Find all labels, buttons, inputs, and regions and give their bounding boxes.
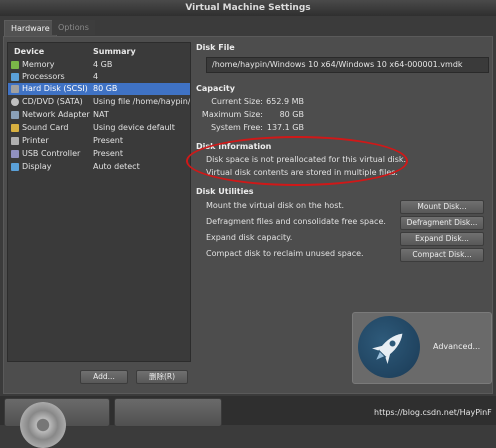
mount-disk-description: Mount the virtual disk on the host. bbox=[206, 201, 345, 210]
device-row-memory[interactable]: Memory 4 GB bbox=[8, 59, 190, 71]
network-icon bbox=[11, 111, 19, 119]
system-free-label: System Free: bbox=[210, 123, 263, 132]
expand-disk-description: Expand disk capacity. bbox=[206, 233, 293, 242]
tab-options[interactable]: Options bbox=[52, 20, 95, 35]
device-name: Processors bbox=[22, 72, 65, 81]
add-device-label: Add... bbox=[93, 372, 115, 381]
mount-disk-button[interactable]: Mount Disk... bbox=[400, 200, 484, 214]
system-free-value: 137.1 GB bbox=[266, 123, 304, 132]
device-list: Device Summary Memory 4 GB Processors 4 … bbox=[7, 42, 191, 362]
add-device-button[interactable]: Add... bbox=[80, 370, 128, 384]
device-column-header: Device bbox=[14, 47, 45, 56]
tab-hardware[interactable]: Hardware bbox=[4, 20, 57, 36]
current-size-label: Current Size: bbox=[211, 97, 263, 106]
cd-icon bbox=[11, 98, 19, 106]
device-summary: Using file /home/haypin/u bbox=[93, 97, 190, 106]
sound-icon bbox=[11, 124, 19, 132]
device-summary: Present bbox=[93, 136, 124, 145]
display-icon bbox=[11, 163, 19, 171]
rocket-icon bbox=[358, 316, 420, 378]
device-summary: NAT bbox=[93, 110, 109, 119]
mount-disk-label: Mount Disk... bbox=[417, 202, 467, 211]
usb-icon bbox=[11, 150, 19, 158]
device-summary: Present bbox=[93, 149, 124, 158]
device-name: Display bbox=[22, 162, 52, 171]
tab-bar: Hardware Options bbox=[0, 20, 496, 36]
device-row-hard-disk[interactable]: Hard Disk (SCSI) 80 GB bbox=[8, 83, 190, 95]
defragment-disk-label: Defragment Disk... bbox=[406, 218, 478, 227]
watermark-text: https://blog.csdn.net/HayPinF bbox=[374, 408, 492, 417]
defragment-disk-description: Defragment files and consolidate free sp… bbox=[206, 217, 386, 226]
device-name: Printer bbox=[22, 136, 49, 145]
device-row-cd-dvd[interactable]: CD/DVD (SATA) Using file /home/haypin/u bbox=[8, 96, 190, 108]
device-row-processors[interactable]: Processors 4 bbox=[8, 71, 190, 83]
device-name: CD/DVD (SATA) bbox=[22, 97, 83, 106]
device-name: Hard Disk (SCSI) bbox=[22, 84, 88, 93]
compact-disk-button[interactable]: Compact Disk... bbox=[400, 248, 484, 262]
remove-device-label: 删除(R) bbox=[148, 372, 176, 381]
memory-icon bbox=[11, 61, 19, 69]
disk-utilities-heading: Disk Utilities bbox=[196, 187, 254, 196]
device-name: Memory bbox=[22, 60, 55, 69]
device-name: Sound Card bbox=[22, 123, 69, 132]
advanced-label: Advanced... bbox=[433, 342, 481, 351]
disk-file-heading: Disk File bbox=[196, 43, 235, 52]
window-title: Virtual Machine Settings bbox=[0, 0, 496, 16]
device-summary: 4 GB bbox=[93, 60, 113, 69]
compact-disk-label: Compact Disk... bbox=[412, 250, 472, 259]
maximum-size-value: 80 GB bbox=[279, 110, 304, 119]
device-summary: Using device default bbox=[93, 123, 175, 132]
hard-disk-icon bbox=[11, 85, 19, 93]
compact-disk-description: Compact disk to reclaim unused space. bbox=[206, 249, 364, 258]
device-row-sound[interactable]: Sound Card Using device default bbox=[8, 122, 190, 134]
red-annotation-circle bbox=[186, 136, 408, 186]
device-summary: Auto detect bbox=[93, 162, 140, 171]
device-name: Network Adapter bbox=[22, 110, 90, 119]
disc-icon bbox=[20, 402, 66, 448]
device-summary: 80 GB bbox=[93, 84, 118, 93]
device-name: USB Controller bbox=[22, 149, 81, 158]
expand-disk-label: Expand Disk... bbox=[415, 234, 469, 243]
summary-column-header: Summary bbox=[93, 47, 136, 56]
bottom-middle-button[interactable] bbox=[114, 398, 222, 427]
expand-disk-button[interactable]: Expand Disk... bbox=[400, 232, 484, 246]
current-size-value: 652.9 MB bbox=[266, 97, 304, 106]
device-row-network[interactable]: Network Adapter NAT bbox=[8, 109, 190, 121]
printer-icon bbox=[11, 137, 19, 145]
capacity-heading: Capacity bbox=[196, 84, 235, 93]
device-summary: 4 bbox=[93, 72, 99, 81]
device-row-printer[interactable]: Printer Present bbox=[8, 135, 190, 147]
defragment-disk-button[interactable]: Defragment Disk... bbox=[400, 216, 484, 230]
remove-device-button[interactable]: 删除(R) bbox=[136, 370, 188, 384]
processor-icon bbox=[11, 73, 19, 81]
disk-file-path-field[interactable]: /home/haypin/Windows 10 x64/Windows 10 x… bbox=[206, 57, 489, 73]
device-row-usb[interactable]: USB Controller Present bbox=[8, 148, 190, 160]
device-row-display[interactable]: Display Auto detect bbox=[8, 161, 190, 173]
maximum-size-label: Maximum Size: bbox=[201, 110, 263, 119]
